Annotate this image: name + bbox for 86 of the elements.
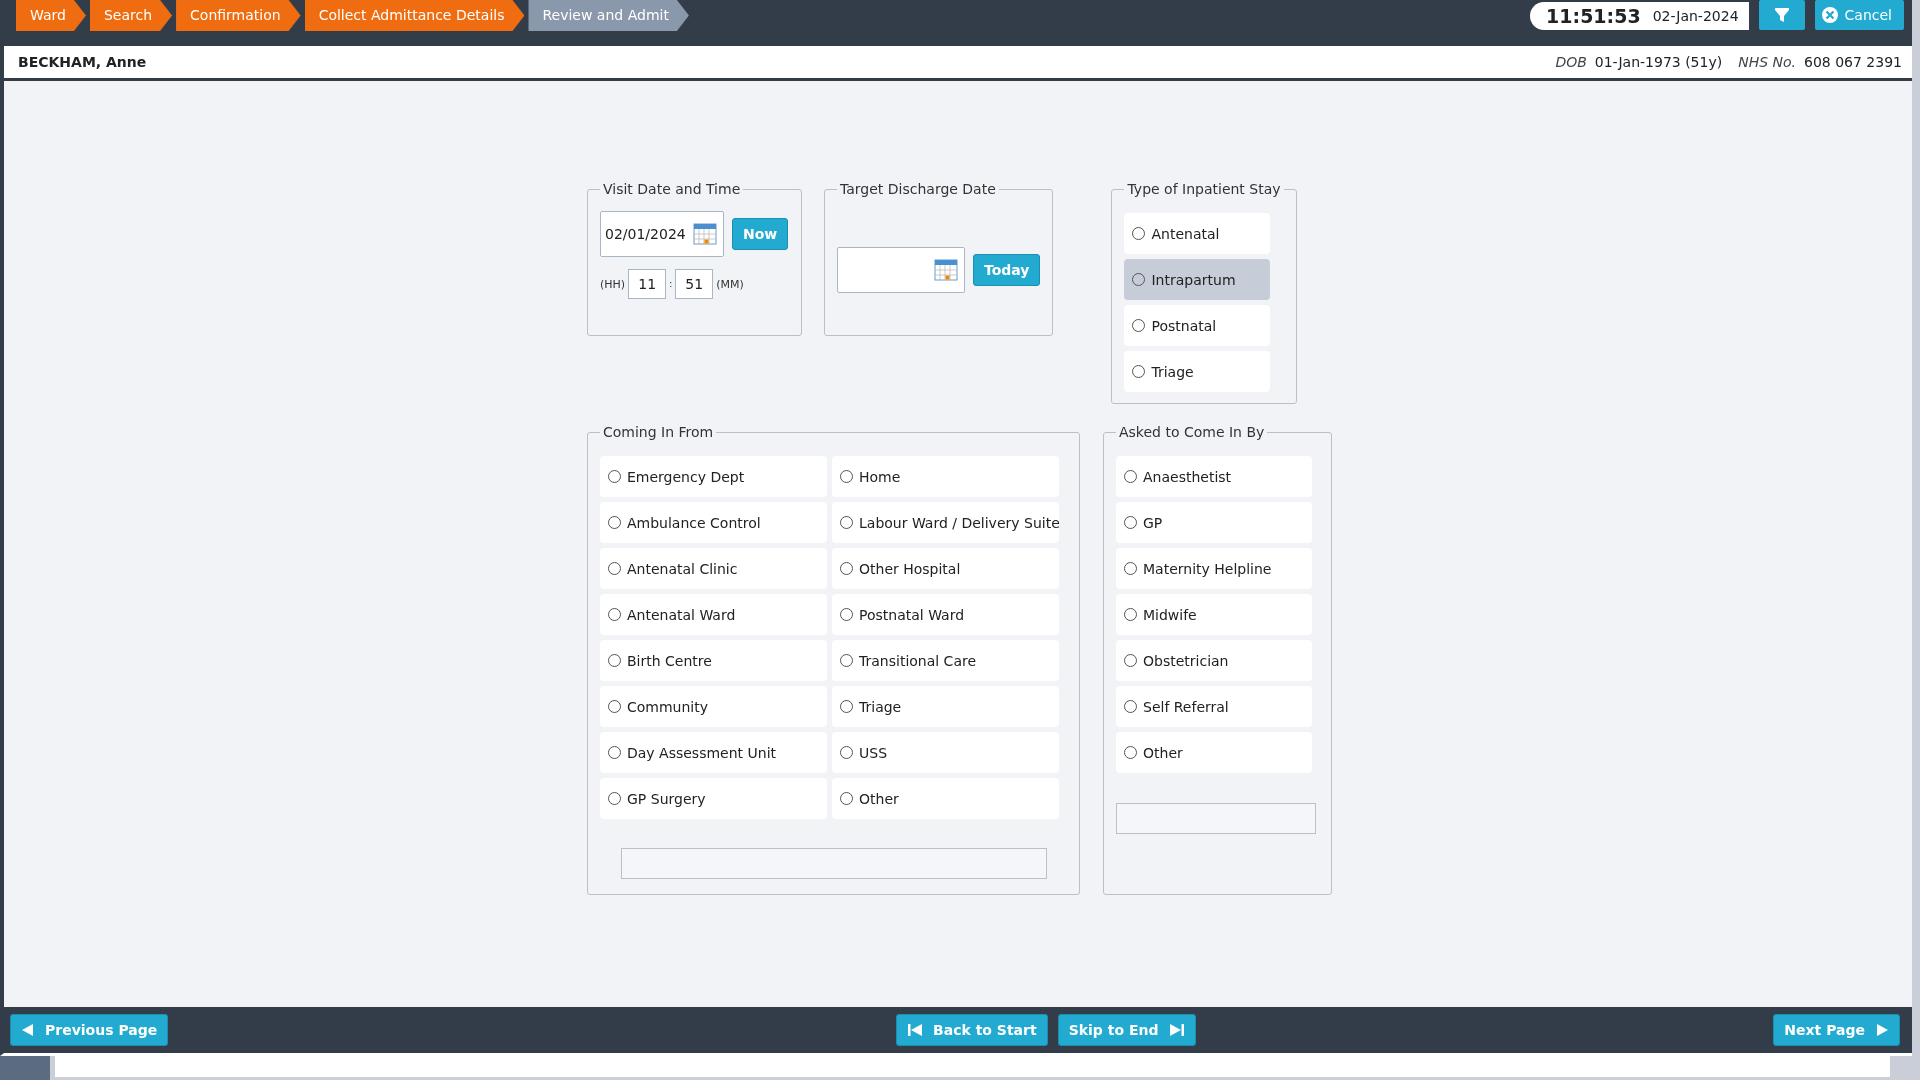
option-label: Obstetrician xyxy=(1143,652,1229,669)
option-label: GP Surgery xyxy=(627,790,706,807)
calendar-icon xyxy=(934,259,958,281)
radio-option[interactable]: Triage xyxy=(1124,351,1271,392)
option-label: Triage xyxy=(1151,363,1194,380)
right-arrow-icon xyxy=(1875,1023,1889,1037)
option-label: Midwife xyxy=(1143,606,1197,623)
radio-option[interactable]: USS xyxy=(832,732,1059,773)
panel-legend: Coming In From xyxy=(600,424,717,440)
funnel-icon xyxy=(1772,6,1791,24)
radio-option[interactable]: Ambulance Control xyxy=(600,502,827,543)
radio-option[interactable]: GP xyxy=(1116,502,1312,543)
option-label: Self Referral xyxy=(1143,698,1229,715)
radio-option[interactable]: Community xyxy=(600,686,827,727)
option-label: Ambulance Control xyxy=(627,514,761,531)
option-label: Triage xyxy=(859,698,902,715)
radio-option[interactable]: GP Surgery xyxy=(600,778,827,819)
radio-option[interactable]: Home xyxy=(832,456,1059,497)
dob-label: DOB xyxy=(1555,54,1587,70)
dob-value: 01-Jan-1973 (51y) xyxy=(1594,54,1723,70)
option-label: Anaesthetist xyxy=(1143,468,1232,485)
radio-option[interactable]: Antenatal xyxy=(1124,213,1271,254)
option-label: Community xyxy=(627,698,709,715)
panel-legend: Target Discharge Date xyxy=(837,181,999,197)
radio-option[interactable]: Other xyxy=(1116,732,1312,773)
option-label: Day Assessment Unit xyxy=(627,744,777,761)
nhs-label: NHS No. xyxy=(1738,54,1796,70)
radio-option[interactable]: Obstetrician xyxy=(1116,640,1312,681)
date-field[interactable] xyxy=(837,247,965,293)
option-label: Labour Ward / Delivery Suite xyxy=(859,514,1060,531)
close-icon xyxy=(1820,6,1839,24)
patient-name: BECKHAM, Anne xyxy=(18,54,147,70)
option-label: Antenatal xyxy=(1151,225,1220,242)
radio-option[interactable]: Maternity Helpline xyxy=(1116,548,1312,589)
option-label: Other Hospital xyxy=(859,560,961,577)
radio-option[interactable]: Labour Ward / Delivery Suite xyxy=(832,502,1059,543)
nhs-value: 608 067 2391 xyxy=(1804,54,1902,70)
panel-legend: Type of Inpatient Stay xyxy=(1124,181,1284,197)
panel-legend: Asked to Come In By xyxy=(1116,424,1268,440)
radio-option[interactable]: Postnatal Ward xyxy=(832,594,1059,635)
hour-field[interactable]: 11 xyxy=(628,269,667,299)
option-label: Postnatal xyxy=(1151,317,1217,334)
left-arrow-icon xyxy=(21,1023,35,1037)
panel-legend: Visit Date and Time xyxy=(600,181,744,197)
date-value: 02/01/2024 xyxy=(605,226,686,242)
option-label: Antenatal Ward xyxy=(627,606,736,623)
option-label: Intrapartum xyxy=(1151,271,1236,288)
skip-forward-icon xyxy=(1168,1023,1185,1037)
radio-option[interactable]: Triage xyxy=(832,686,1059,727)
filter-button[interactable] xyxy=(1758,0,1805,30)
radio-option[interactable]: Self Referral xyxy=(1116,686,1312,727)
date-field[interactable]: 02/01/2024 xyxy=(600,211,724,257)
option-label: Other xyxy=(859,790,899,807)
radio-option[interactable]: Intrapartum xyxy=(1124,259,1271,300)
radio-option[interactable]: Antenatal Clinic xyxy=(600,548,827,589)
radio-option[interactable]: Anaesthetist xyxy=(1116,456,1312,497)
time-separator: : xyxy=(669,279,673,289)
radio-option[interactable]: Antenatal Ward xyxy=(600,594,827,635)
option-label: Postnatal Ward xyxy=(859,606,965,623)
option-label: Transitional Care xyxy=(859,652,977,669)
option-label: Emergency Dept xyxy=(627,468,745,485)
option-label: Maternity Helpline xyxy=(1143,560,1272,577)
option-label: Home xyxy=(859,468,901,485)
calendar-icon xyxy=(693,223,717,245)
option-label: GP xyxy=(1143,514,1163,531)
option-label: Other xyxy=(1143,744,1183,761)
minute-field[interactable]: 51 xyxy=(675,269,714,299)
other-text-field[interactable] xyxy=(621,848,1047,879)
hour-label: (HH) xyxy=(600,277,626,291)
radio-option[interactable]: Postnatal xyxy=(1124,305,1271,346)
radio-option[interactable]: Midwife xyxy=(1116,594,1312,635)
radio-option[interactable]: Transitional Care xyxy=(832,640,1059,681)
clock-date: 02-Jan-2024 xyxy=(1652,8,1739,24)
option-label: Antenatal Clinic xyxy=(627,560,738,577)
radio-option[interactable]: Other Hospital xyxy=(832,548,1059,589)
radio-option[interactable]: Birth Centre xyxy=(600,640,827,681)
radio-option[interactable]: Emergency Dept xyxy=(600,456,827,497)
minute-label: (MM) xyxy=(716,277,744,291)
radio-option[interactable]: Other xyxy=(832,778,1059,819)
option-label: USS xyxy=(859,744,888,761)
other-text-field[interactable] xyxy=(1116,803,1316,834)
skip-back-icon xyxy=(907,1023,924,1037)
option-label: Birth Centre xyxy=(627,652,712,669)
clock-time: 11:51:53 xyxy=(1546,5,1641,27)
radio-option[interactable]: Day Assessment Unit xyxy=(600,732,827,773)
sidebar-edge xyxy=(0,1056,50,1080)
